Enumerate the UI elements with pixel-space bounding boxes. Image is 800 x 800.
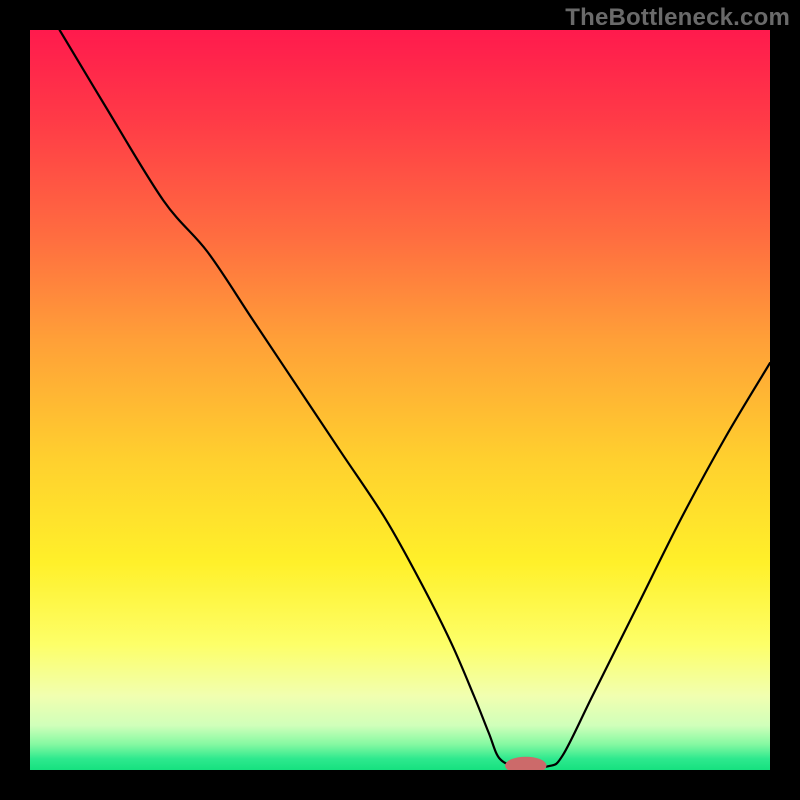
watermark-text: TheBottleneck.com bbox=[565, 4, 790, 32]
plot-area bbox=[30, 30, 770, 770]
gradient-background bbox=[30, 30, 770, 770]
chart-frame: TheBottleneck.com bbox=[0, 0, 800, 800]
chart-svg bbox=[30, 30, 770, 770]
